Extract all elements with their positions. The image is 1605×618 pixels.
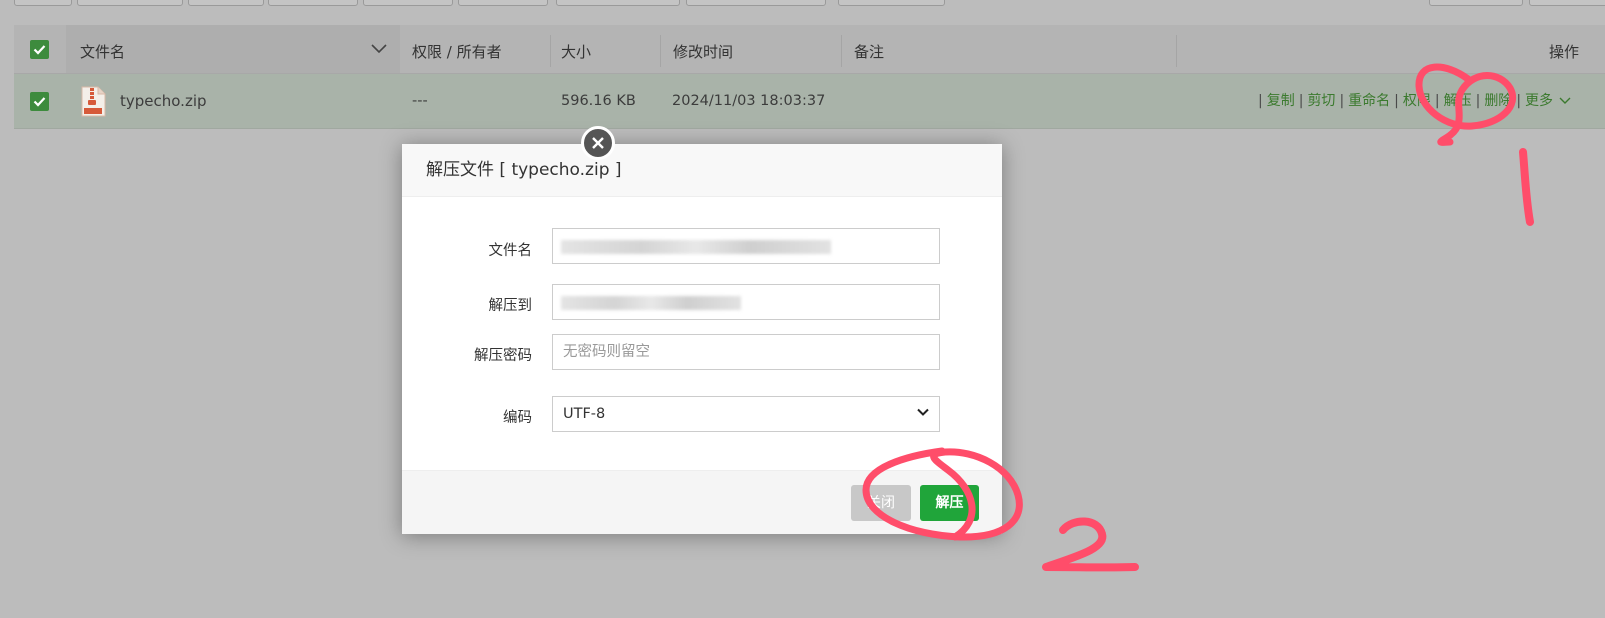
header-name-label: 文件名 <box>80 43 126 61</box>
toolbar-button[interactable] <box>686 0 826 6</box>
password-placeholder: 无密码则留空 <box>563 344 650 360</box>
password-input[interactable]: 无密码则留空 <box>552 334 940 370</box>
toolbar-button[interactable] <box>77 0 183 6</box>
toolbar-button[interactable] <box>14 0 72 6</box>
dialog-header: 解压文件 [ typecho.zip ] <box>402 144 1002 197</box>
encoding-label: 编码 <box>503 410 532 426</box>
separator: | <box>1516 93 1522 109</box>
close-icon <box>592 137 604 149</box>
chevron-down-icon[interactable] <box>371 44 387 54</box>
cut-link[interactable]: 剪切 <box>1307 93 1335 109</box>
toolbar-button[interactable] <box>188 0 264 6</box>
toolbar-button[interactable] <box>268 0 358 6</box>
table-body: typecho.zip --- 596.16 KB 2024/11/03 18:… <box>14 74 1605 129</box>
encoding-value: UTF-8 <box>563 406 606 422</box>
select-all-checkbox[interactable] <box>30 40 49 59</box>
file-permission: --- <box>412 93 428 109</box>
filename-input[interactable] <box>552 228 940 264</box>
permission-link[interactable]: 权限 <box>1403 93 1431 109</box>
row-actions: | 复制 | 剪切 | 重命名 | 权限 | 解压 | 删除 | 更多 <box>1254 74 1571 128</box>
toolbar-button[interactable] <box>556 0 680 6</box>
check-icon <box>33 45 46 55</box>
separator: | <box>1434 93 1440 109</box>
header-size[interactable]: 大小 <box>561 25 591 73</box>
chevron-down-icon[interactable] <box>1559 97 1571 105</box>
extract-to-label: 解压到 <box>488 298 533 314</box>
dialog-footer: 关闭 解压 <box>402 470 1002 534</box>
delete-link[interactable]: 删除 <box>1484 93 1512 109</box>
unzip-link[interactable]: 解压 <box>1444 93 1472 109</box>
toolbar-button[interactable] <box>458 0 548 6</box>
column-divider <box>841 35 842 67</box>
toolbar-button[interactable] <box>838 0 945 6</box>
copy-link[interactable]: 复制 <box>1267 93 1295 109</box>
close-button[interactable]: 关闭 <box>851 485 911 521</box>
header-name[interactable]: 文件名 <box>66 25 400 73</box>
table-row[interactable]: typecho.zip --- 596.16 KB 2024/11/03 18:… <box>14 74 1605 129</box>
annotation-number-1 <box>1519 148 1534 226</box>
header-actions: 操作 <box>1549 43 1580 61</box>
header-modified[interactable]: 修改时间 <box>673 25 733 73</box>
unzip-button[interactable]: 解压 <box>920 485 979 521</box>
file-modified: 2024/11/03 18:03:37 <box>672 93 826 109</box>
toolbar-button[interactable] <box>363 0 453 6</box>
redacted-value <box>561 296 741 310</box>
separator: | <box>1394 93 1399 109</box>
table-header: 文件名 权限 / 所有者 大小 修改时间 备注 操作 <box>14 25 1605 74</box>
toolbar-button[interactable] <box>1429 0 1523 6</box>
zip-file-icon <box>81 86 106 117</box>
column-divider <box>1176 35 1177 67</box>
header-permission: 权限 / 所有者 <box>412 43 502 61</box>
column-divider <box>660 35 661 67</box>
file-size: 596.16 KB <box>561 93 636 109</box>
file-table: 文件名 权限 / 所有者 大小 修改时间 备注 操作 typecho.zip -… <box>14 25 1605 129</box>
header-remark: 备注 <box>854 43 885 61</box>
redacted-value <box>561 240 831 254</box>
rename-link[interactable]: 重命名 <box>1348 93 1390 109</box>
extract-path-input[interactable] <box>552 284 940 320</box>
annotation-number-2 <box>1042 517 1139 572</box>
toolbar-button[interactable] <box>1529 0 1605 6</box>
check-icon <box>33 97 46 107</box>
dialog-close-button[interactable] <box>581 126 615 160</box>
unzip-dialog: 解压文件 [ typecho.zip ] 文件名 解压到 解压密码 无密码则留空… <box>402 144 1002 534</box>
separator: | <box>1339 93 1345 109</box>
more-link[interactable]: 更多 <box>1525 93 1553 109</box>
filename-label: 文件名 <box>488 243 533 259</box>
password-label: 解压密码 <box>474 348 532 364</box>
separator: | <box>1258 93 1263 109</box>
separator: | <box>1475 93 1481 109</box>
row-checkbox[interactable] <box>30 92 49 111</box>
chevron-down-icon <box>917 408 929 416</box>
toolbar <box>0 0 1605 6</box>
separator: | <box>1298 93 1304 109</box>
encoding-select[interactable]: UTF-8 <box>552 396 940 432</box>
column-divider <box>550 35 551 67</box>
file-name[interactable]: typecho.zip <box>120 74 207 128</box>
